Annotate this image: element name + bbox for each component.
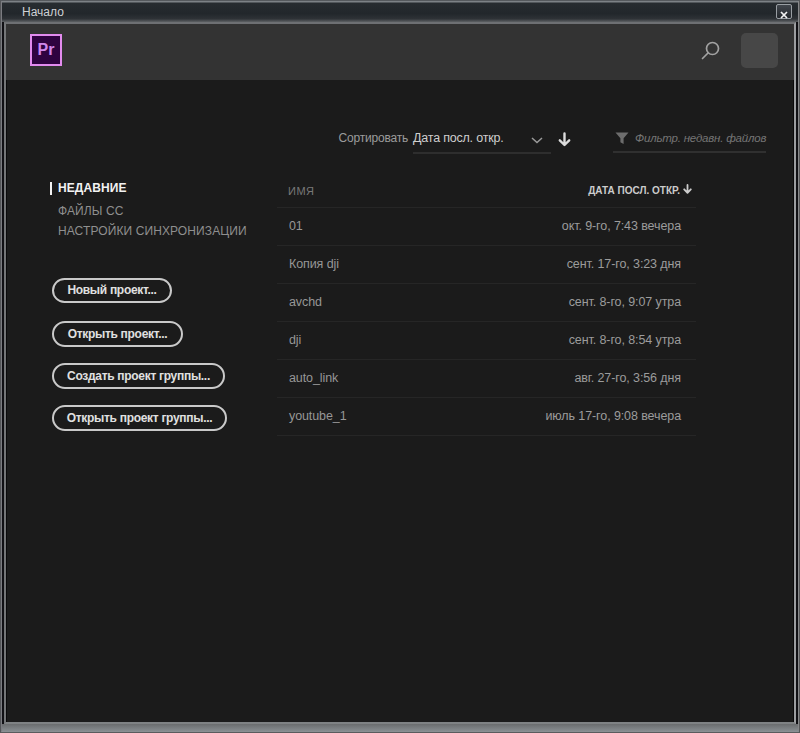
sort-label: Сортировать (339, 131, 409, 145)
table-row[interactable]: auto_link авг. 27-го, 3:56 дня (277, 360, 696, 398)
row-date: авг. 27-го, 3:56 дня (574, 371, 681, 385)
arrow-down-icon (557, 131, 572, 149)
row-name: auto_link (289, 371, 338, 385)
app-header: Pr (6, 24, 794, 80)
row-date: сент. 8-го, 8:54 утра (569, 333, 681, 347)
row-date: сент. 17-го, 3:23 дня (567, 257, 681, 271)
name-column-header[interactable]: ИМЯ (288, 185, 315, 197)
row-date: сент. 8-го, 9:07 утра (569, 295, 681, 309)
window-bottom-frame (1, 724, 799, 732)
sort-direction-button[interactable] (557, 131, 572, 153)
open-project-button[interactable]: Открыть проект... (52, 321, 183, 347)
row-name: dji (289, 333, 301, 347)
table-row[interactable]: youtube_1 июль 17-го, 9:08 вечера (277, 398, 696, 436)
sidebar-item-sync-settings[interactable]: НАСТРОЙКИ СИНХРОНИЗАЦИИ (58, 224, 247, 238)
row-date: июль 17-го, 9:08 вечера (545, 409, 681, 423)
table-row[interactable]: Копия dji сент. 17-го, 3:23 дня (277, 246, 696, 284)
filter-placeholder: Фильтр. недавн. файлов (635, 132, 766, 144)
sidebar-item-cc-files[interactable]: ФАЙЛЫ CC (58, 204, 123, 218)
open-team-project-button[interactable]: Открыть проект группы... (52, 405, 227, 431)
close-button[interactable] (776, 4, 792, 19)
row-name: Копия dji (289, 257, 339, 271)
table-header-row: ИМЯ ДАТА ПОСЛ. ОТКР. (277, 174, 696, 208)
sort-desc-arrow-icon (683, 184, 692, 195)
avatar[interactable] (741, 33, 778, 68)
table-row[interactable]: dji сент. 8-го, 8:54 утра (277, 322, 696, 360)
start-panel: Pr Сортировать Дата посл. откр. Фильтр. … (4, 22, 796, 724)
filter-input[interactable]: Фильтр. недавн. файлов (613, 123, 766, 153)
search-button[interactable] (697, 38, 723, 64)
table-row[interactable]: avchd сент. 8-го, 9:07 утра (277, 284, 696, 322)
row-name: 01 (289, 219, 303, 233)
new-team-project-button[interactable]: Создать проект группы... (52, 363, 225, 389)
window-title: Начало (22, 5, 64, 19)
sort-value: Дата посл. откр. (413, 131, 503, 145)
window-titlebar[interactable]: Начало (1, 1, 799, 22)
chevron-down-icon (531, 137, 543, 144)
filter-funnel-icon (615, 132, 629, 145)
premiere-logo: Pr (30, 34, 62, 66)
sidebar-item-recent[interactable]: НЕДАВНИЕ (58, 181, 127, 195)
new-project-button[interactable]: Новый проект... (52, 278, 172, 303)
search-icon (697, 38, 723, 64)
close-icon (780, 11, 788, 19)
row-date: окт. 9-го, 7:43 вечера (562, 219, 681, 233)
sidebar-active-indicator (50, 182, 52, 195)
table-row[interactable]: 01 окт. 9-го, 7:43 вечера (277, 208, 696, 246)
row-name: avchd (289, 295, 322, 309)
date-column-header[interactable]: ДАТА ПОСЛ. ОТКР. (588, 184, 692, 196)
recent-files-table: ИМЯ ДАТА ПОСЛ. ОТКР. 01 окт. 9-го, 7:43 … (277, 174, 696, 436)
row-name: youtube_1 (289, 409, 347, 423)
sort-dropdown[interactable]: Дата посл. откр. (413, 124, 551, 154)
